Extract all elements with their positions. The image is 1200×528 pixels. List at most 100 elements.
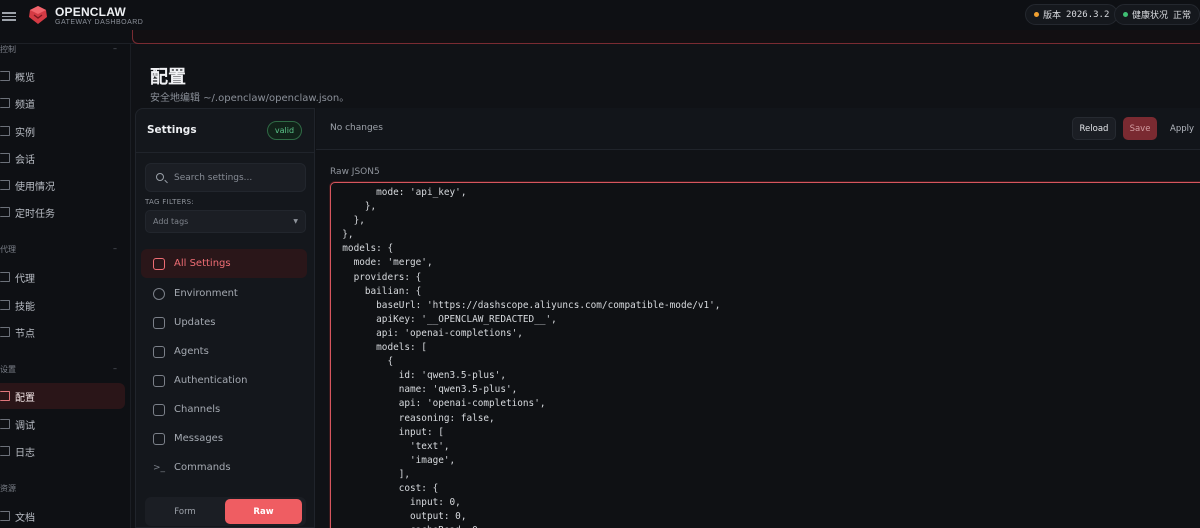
raw-mode-button[interactable]: Raw <box>225 499 302 524</box>
settings-title: Settings <box>147 124 197 136</box>
sidebar-item-label: 实例 <box>15 127 35 139</box>
mode-toggle: Form Raw <box>145 497 306 526</box>
top-content-strip <box>132 30 1200 44</box>
code-line: output: 0, <box>331 511 467 523</box>
apply-button[interactable]: Apply <box>1164 117 1200 140</box>
code-line: api: 'openai-completions', <box>331 327 523 339</box>
bolt-icon <box>0 300 10 310</box>
section-messages[interactable]: Messages <box>141 424 307 453</box>
robot-icon <box>153 345 165 358</box>
sidebar-item-skills[interactable]: 技能 <box>0 292 125 318</box>
section-all-settings[interactable]: All Settings <box>141 249 307 278</box>
gear-icon <box>153 287 165 300</box>
code-line: 'text', <box>331 440 450 452</box>
sidebar-item-debug[interactable]: 调试 <box>0 411 125 437</box>
section-updates[interactable]: Updates <box>141 308 307 337</box>
gear-icon <box>0 391 10 401</box>
download-icon <box>153 316 165 329</box>
terminal-icon: >_ <box>153 462 166 473</box>
section-label: All Settings <box>174 258 231 269</box>
nav-group-resources[interactable]: 资源 <box>0 483 16 494</box>
sidebar-item-label: 文档 <box>15 512 35 524</box>
code-line: models: { <box>331 243 394 255</box>
config-editor-area: No changes Reload Save Apply Raw JSON5 m… <box>316 108 1200 528</box>
code-line: { <box>331 356 394 368</box>
mail-icon <box>153 432 165 445</box>
nav-group-label: 资源 <box>0 484 16 493</box>
sidebar-item-docs[interactable]: 文档 <box>0 503 125 528</box>
collapse-chevron-icon[interactable]: – <box>113 364 117 373</box>
section-commands[interactable]: >_ Commands <box>141 453 307 482</box>
nav-group-control[interactable]: 控制 – <box>0 44 117 55</box>
document-icon <box>0 446 10 456</box>
health-label: 健康状况 <box>1132 11 1169 21</box>
book-icon <box>0 511 10 521</box>
sidebar-item-label: 日志 <box>15 447 35 459</box>
section-label: Authentication <box>174 375 248 386</box>
change-status: No changes <box>330 123 383 133</box>
health-pill: 健康状况 正常 <box>1114 4 1200 25</box>
version-value: 2026.3.2 <box>1066 9 1110 20</box>
sidebar-item-logs[interactable]: 日志 <box>0 438 125 464</box>
sidebar-item-usage[interactable]: 使用情况 <box>0 172 125 198</box>
search-icon <box>156 173 164 181</box>
sidebar-item-overview[interactable]: 概览 <box>0 63 125 89</box>
sidebar-item-channels[interactable]: 频道 <box>0 90 125 116</box>
collapse-chevron-icon[interactable]: – <box>113 244 117 253</box>
bar-chart-icon <box>0 180 10 190</box>
section-agents[interactable]: Agents <box>141 337 307 366</box>
settings-header: Settings valid <box>136 109 315 153</box>
nav-group-label: 控制 <box>0 45 16 54</box>
sidebar-item-label: 代理 <box>15 273 35 285</box>
code-line: mode: 'merge', <box>331 257 433 269</box>
chat-icon <box>153 403 165 416</box>
sidebar-item-label: 定时任务 <box>15 208 55 220</box>
health-status-dot-icon <box>1123 12 1128 17</box>
code-line: reasoning: false, <box>331 412 495 424</box>
reload-button[interactable]: Reload <box>1072 117 1116 140</box>
version-pill: 版本 2026.3.2 <box>1025 4 1119 25</box>
code-line: providers: { <box>331 271 422 283</box>
code-line: input: 0, <box>331 497 461 509</box>
code-content[interactable]: mode: 'api_key', }, }, }, models: { mode… <box>331 186 720 528</box>
monitor-icon <box>0 327 10 337</box>
section-label: Messages <box>174 433 224 444</box>
search-input[interactable] <box>174 170 302 186</box>
code-line: mode: 'api_key', <box>331 187 467 198</box>
brand-subtitle: GATEWAY DASHBOARD <box>55 19 144 26</box>
sidebar-item-instances[interactable]: 实例 <box>0 118 125 144</box>
nav-group-settings[interactable]: 设置 – <box>0 364 117 375</box>
sidebar-item-config[interactable]: 配置 <box>0 383 125 409</box>
code-line: apiKey: '__OPENCLAW_REDACTED__', <box>331 313 557 325</box>
form-mode-button[interactable]: Form <box>145 497 225 526</box>
grid-icon <box>153 257 165 270</box>
sidebar-item-cron[interactable]: 定时任务 <box>0 199 125 225</box>
section-environment[interactable]: Environment <box>141 279 307 308</box>
sidebar-item-nodes[interactable]: 节点 <box>0 319 125 345</box>
section-authentication[interactable]: Authentication <box>141 366 307 395</box>
hamburger-menu-icon[interactable] <box>2 10 16 24</box>
section-label: Agents <box>174 346 209 357</box>
raw-json5-label: Raw JSON5 <box>330 167 380 177</box>
collapse-chevron-icon[interactable]: – <box>113 44 117 53</box>
clock-icon <box>0 207 10 217</box>
code-line: cacheRead: 0, <box>331 524 720 528</box>
sidebar-item-label: 配置 <box>15 392 35 404</box>
nav-group-agents[interactable]: 代理 – <box>0 244 117 255</box>
code-line: api: 'openai-completions', <box>331 398 546 410</box>
sidebar-item-sessions[interactable]: 会话 <box>0 145 125 171</box>
code-line: baseUrl: 'https://dashscope.aliyuncs.com… <box>331 299 721 311</box>
section-channels[interactable]: Channels <box>141 395 307 424</box>
raw-json5-textarea[interactable]: mode: 'api_key', }, }, }, models: { mode… <box>330 182 1200 528</box>
settings-panel: Settings valid TAG FILTERS: Add tags ▼ A… <box>135 108 315 528</box>
settings-search[interactable] <box>145 163 306 192</box>
sidebar-item-agents[interactable]: 代理 <box>0 264 125 290</box>
page-subtitle: 安全地编辑 ~/.openclaw/openclaw.json。 <box>150 93 350 104</box>
sidebar-item-label: 频道 <box>15 99 35 111</box>
section-label: Commands <box>174 462 231 473</box>
tag-filter-select[interactable]: Add tags ▼ <box>145 210 306 233</box>
code-line: id: 'qwen3.5-plus', <box>331 370 506 382</box>
save-button[interactable]: Save <box>1123 117 1157 140</box>
tag-select-placeholder: Add tags <box>153 217 189 226</box>
code-line: models: [ <box>331 342 427 354</box>
